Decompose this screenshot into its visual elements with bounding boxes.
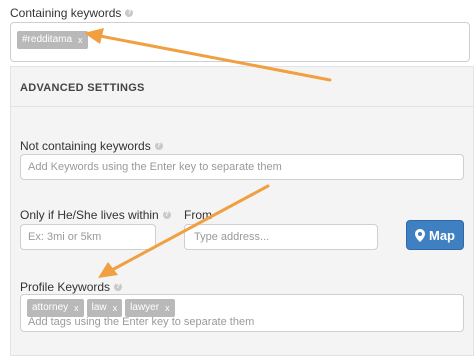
tag-label: law (91, 302, 107, 313)
lives-within-label-text: Only if He/She lives within (20, 208, 159, 222)
tag-lawyer: lawyer x (125, 299, 175, 317)
from-label-text: From (184, 208, 212, 222)
not-containing-keywords-input[interactable]: Add Keywords using the Enter key to sepa… (20, 154, 464, 180)
not-containing-label-text: Not containing keywords (20, 139, 151, 153)
containing-keywords-label: Containing keywords ? (10, 6, 134, 20)
tag-label: lawyer (130, 302, 160, 313)
tag-law: law x (86, 299, 123, 317)
tag-remove-icon[interactable]: x (74, 301, 79, 315)
tag-remove-icon[interactable]: x (113, 301, 118, 315)
tag-remove-icon[interactable]: x (78, 33, 83, 47)
tag-redditama: #redditama x (17, 31, 88, 49)
not-containing-keywords-label: Not containing keywords ? (20, 139, 163, 153)
profile-keywords-label: Profile Keywords ? (20, 280, 123, 294)
tag-label: #redditama (22, 34, 73, 45)
profile-tags: attorney x law x lawyer x (27, 299, 178, 317)
help-icon[interactable]: ? (114, 283, 123, 291)
divider (10, 106, 474, 107)
help-icon[interactable]: ? (125, 9, 134, 17)
advanced-settings-title: ADVANCED SETTINGS (20, 82, 145, 94)
lives-within-label: Only if He/She lives within ? (20, 208, 171, 222)
from-label: From (184, 208, 212, 222)
tag-remove-icon[interactable]: x (165, 301, 170, 315)
help-icon[interactable]: ? (162, 211, 171, 219)
not-containing-placeholder: Add Keywords using the Enter key to sepa… (28, 161, 282, 173)
map-button[interactable]: Map (406, 220, 464, 250)
from-address-input[interactable]: Type address... (184, 224, 378, 250)
containing-keywords-input[interactable]: #redditama x (10, 22, 470, 62)
tag-attorney: attorney x (27, 299, 84, 317)
map-pin-icon (415, 228, 425, 242)
profile-keywords-placeholder: Add tags using the Enter key to separate… (28, 316, 255, 328)
profile-keywords-label-text: Profile Keywords (20, 280, 111, 294)
map-button-label: Map (429, 227, 455, 243)
tag-label: attorney (32, 302, 69, 313)
help-icon[interactable]: ? (154, 142, 163, 150)
containing-tags: #redditama x (17, 29, 91, 49)
profile-keywords-input[interactable]: attorney x law x lawyer x Add tags using… (20, 294, 464, 332)
containing-keywords-label-text: Containing keywords (10, 6, 122, 20)
lives-within-placeholder: Ex: 3mi or 5km (28, 231, 102, 243)
lives-within-input[interactable]: Ex: 3mi or 5km (20, 224, 156, 250)
from-placeholder: Type address... (194, 231, 270, 243)
